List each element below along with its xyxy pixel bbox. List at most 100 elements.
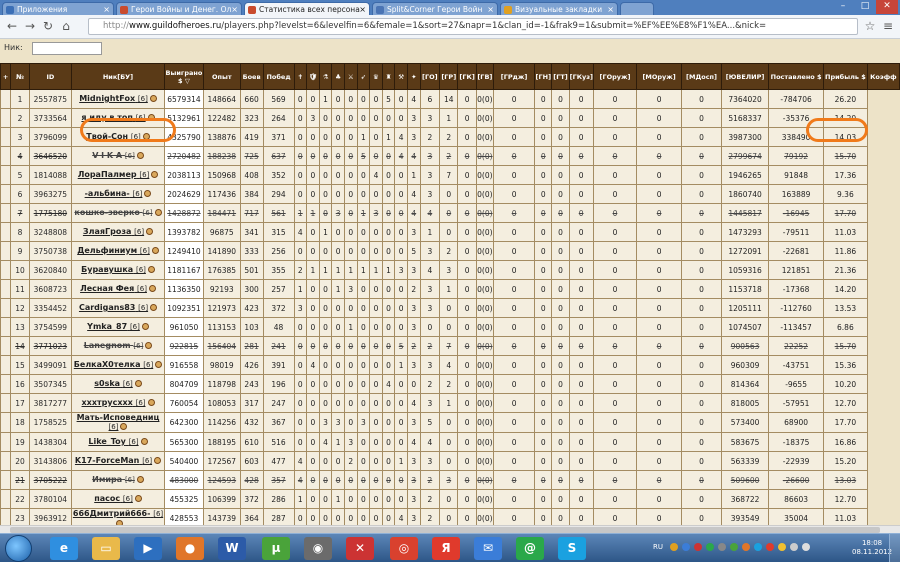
game-app-icon[interactable]: ◉ — [304, 537, 332, 560]
internet-explorer-icon[interactable]: e — [50, 537, 78, 560]
language-indicator[interactable]: RU — [653, 543, 663, 551]
clan-icon[interactable] — [155, 361, 163, 368]
column-header[interactable]: ♜ — [381, 63, 396, 90]
clan-icon[interactable] — [134, 380, 142, 387]
row-expand-cell[interactable] — [0, 432, 12, 452]
column-header[interactable]: ⚒ — [394, 63, 408, 90]
mail-icon[interactable]: ✉ — [474, 537, 502, 560]
column-header[interactable]: [ГКуз] — [568, 63, 594, 90]
clan-icon[interactable] — [154, 209, 162, 216]
player-name-cell[interactable]: Имира [6] — [71, 470, 165, 490]
new-tab-button[interactable] — [620, 2, 654, 15]
menu-icon[interactable]: ≡ — [880, 18, 896, 35]
tab-statistics[interactable]: Статистика всех персона × — [244, 2, 370, 15]
bookmark-star-icon[interactable]: ☆ — [862, 18, 878, 35]
tray-icon[interactable] — [670, 543, 678, 551]
player-nick-link[interactable]: Like_Toy — [88, 437, 125, 446]
address-bar[interactable]: http://www.guildofheroes.ru/players.php?… — [88, 18, 858, 35]
clan-icon[interactable] — [151, 247, 159, 254]
maximize-button[interactable]: □ — [854, 0, 876, 14]
player-nick-link[interactable]: Лесная Фея — [80, 284, 134, 293]
clan-icon[interactable] — [148, 285, 156, 292]
row-expand-cell[interactable] — [0, 260, 12, 280]
player-nick-link[interactable]: Ymka_87 — [87, 322, 127, 331]
clan-icon[interactable] — [147, 266, 155, 273]
row-expand-cell[interactable] — [0, 89, 12, 109]
row-expand-cell[interactable] — [0, 108, 12, 128]
row-expand-cell[interactable] — [0, 355, 12, 375]
clan-icon[interactable] — [136, 152, 144, 159]
column-header[interactable]: [ГН] — [534, 63, 553, 90]
player-nick-link[interactable]: Мать-Исповедниц — [77, 414, 160, 423]
player-name-cell[interactable]: K17-ForceMan [6] — [71, 451, 165, 471]
column-header[interactable]: [МДосп] — [680, 63, 723, 90]
tray-icon[interactable] — [778, 543, 786, 551]
clan-icon[interactable] — [140, 438, 148, 445]
player-nick-link[interactable]: Lanegnom — [84, 341, 131, 350]
close-window-button[interactable]: ✕ — [876, 0, 898, 14]
column-header[interactable]: + — [0, 63, 12, 90]
column-header[interactable]: [ГО] — [419, 63, 441, 90]
skype-icon[interactable]: S — [558, 537, 586, 560]
player-nick-link[interactable]: 666Дмитрий666- — [73, 510, 151, 519]
forward-icon[interactable]: → — [22, 18, 38, 35]
yandex-icon[interactable]: Я — [432, 537, 460, 560]
tab-bookmarks[interactable]: Визуальные закладки × — [500, 2, 618, 15]
tab-heroes[interactable]: Герои Войны и Денег. Ол × — [116, 2, 242, 15]
player-name-cell[interactable]: ЛораПалмер [6] — [71, 165, 165, 185]
column-header[interactable]: ✝ — [293, 63, 308, 90]
tray-icon[interactable] — [706, 543, 714, 551]
firefox-icon[interactable]: ● — [176, 537, 204, 560]
file-explorer-icon[interactable]: ▭ — [92, 537, 120, 560]
player-name-cell[interactable]: Дельфиниум [6] — [71, 241, 165, 261]
volume-icon[interactable] — [802, 543, 810, 551]
clock[interactable]: 18:08 08.11.2012 — [852, 539, 892, 557]
row-expand-cell[interactable] — [0, 412, 12, 433]
tab-split-corner[interactable]: Split&Corner Герои Войн × — [372, 2, 498, 15]
row-expand-cell[interactable] — [0, 470, 12, 490]
column-header[interactable]: [ГТ] — [551, 63, 570, 90]
row-expand-cell[interactable] — [0, 127, 12, 147]
player-nick-link[interactable]: K17-ForceMan — [75, 456, 139, 465]
player-nick-link[interactable]: V I K A — [92, 151, 122, 160]
column-header[interactable]: Побед — [262, 63, 295, 90]
player-nick-link[interactable]: Имира — [92, 475, 122, 484]
tray-icon[interactable] — [682, 543, 690, 551]
column-header[interactable]: Боев — [239, 63, 264, 90]
row-expand-cell[interactable] — [0, 184, 12, 204]
player-name-cell[interactable]: MidnightFox [6] — [71, 89, 165, 109]
player-name-cell[interactable]: V I K A [6] — [71, 146, 165, 166]
row-expand-cell[interactable] — [0, 317, 12, 337]
tray-icon[interactable] — [718, 543, 726, 551]
agent-icon[interactable]: @ — [516, 537, 544, 560]
tray-icon[interactable] — [742, 543, 750, 551]
column-header[interactable]: [ГК] — [457, 63, 477, 90]
player-name-cell[interactable]: Мать-Исповедниц [6] — [71, 412, 165, 433]
column-header[interactable]: ♣ — [331, 63, 345, 90]
column-header[interactable]: ✦ — [406, 63, 421, 90]
column-header[interactable]: ID — [28, 63, 73, 90]
column-header[interactable]: [ЮВЕЛИР] — [721, 63, 770, 90]
row-expand-cell[interactable] — [0, 489, 12, 509]
minimize-button[interactable]: – — [832, 0, 854, 14]
player-nick-link[interactable]: Дельфиниум — [77, 246, 137, 255]
close-icon[interactable]: × — [607, 3, 614, 15]
column-header[interactable]: [ГВ] — [475, 63, 494, 90]
back-icon[interactable]: ← — [4, 18, 20, 35]
player-nick-link[interactable]: s0ska — [94, 379, 120, 388]
tray-icon[interactable] — [754, 543, 762, 551]
player-name-cell[interactable]: Лесная Фея [6] — [71, 279, 165, 299]
player-nick-link[interactable]: кошко-зверко — [74, 208, 139, 217]
player-nick-link[interactable]: -альбина- — [85, 189, 130, 198]
chrome-icon[interactable]: ◎ — [390, 537, 418, 560]
row-expand-cell[interactable] — [0, 451, 12, 471]
player-name-cell[interactable]: БелкаХ0телка [6] — [71, 355, 165, 375]
reload-icon[interactable]: ↻ — [40, 18, 56, 35]
clan-icon[interactable] — [120, 423, 128, 430]
clan-icon[interactable] — [136, 476, 144, 483]
player-nick-link[interactable]: пасос — [94, 494, 120, 503]
show-desktop-button[interactable] — [889, 534, 900, 562]
column-header[interactable]: № — [10, 63, 30, 90]
clan-icon[interactable] — [141, 323, 149, 330]
column-header[interactable]: Опыт — [202, 63, 241, 90]
